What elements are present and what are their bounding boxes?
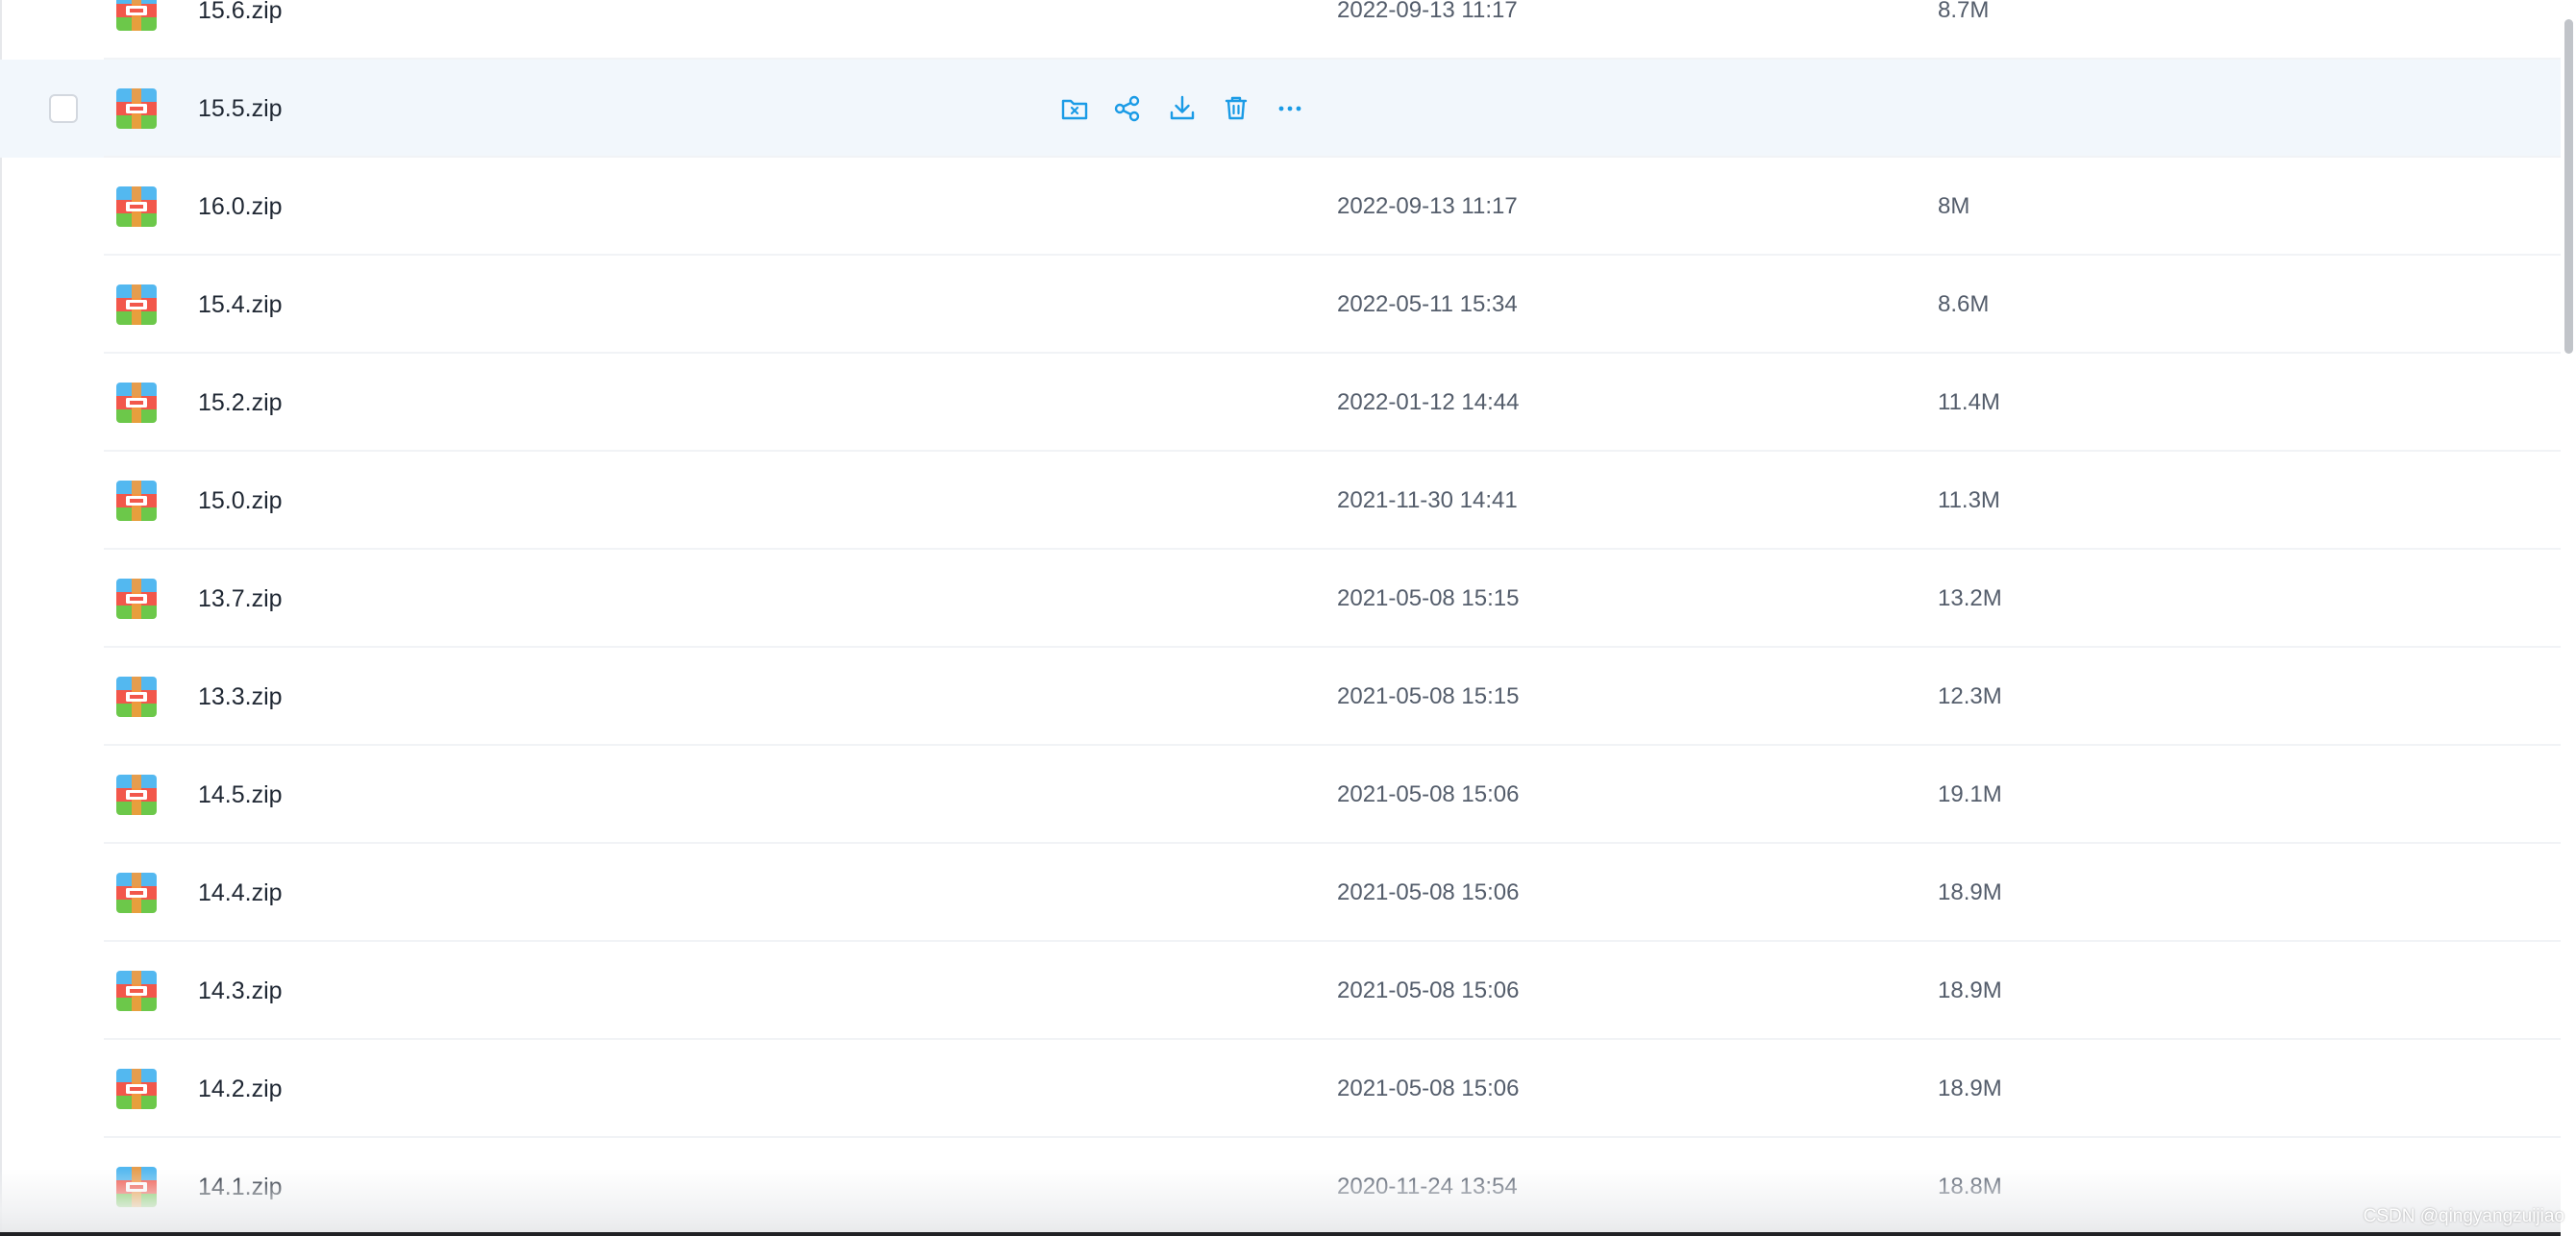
file-date: 2022-05-11 15:34 [1337,291,1518,317]
file-size: 8.7M [1938,0,1990,23]
file-row[interactable]: 15.2.zip 2022-01-12 14:44 11.4M [0,354,2561,452]
file-name[interactable]: 14.2.zip [198,1073,283,1105]
file-date: 2021-05-08 15:15 [1337,683,1520,709]
file-row[interactable]: 14.3.zip 2021-05-08 15:06 18.9M [0,942,2561,1040]
scrollbar-thumb[interactable] [2564,19,2573,354]
file-row[interactable]: 14.2.zip 2021-05-08 15:06 18.9M [0,1040,2561,1138]
file-row[interactable]: 15.4.zip 2022-05-11 15:34 8.6M [0,256,2561,354]
file-size: 11.4M [1938,389,2000,415]
move-to-folder-icon [1061,99,1088,120]
file-list: 15.6.zip 2022-09-13 11:17 8.7M 15.5.zip [0,0,2561,1236]
file-name[interactable]: 13.7.zip [198,582,283,615]
file-name[interactable]: 14.3.zip [198,975,283,1007]
file-name[interactable]: 15.2.zip [198,386,283,419]
zip-archive-icon [116,579,157,619]
file-name[interactable]: 15.4.zip [198,288,283,321]
file-date: 2022-09-13 11:17 [1337,193,1518,219]
file-size: 18.9M [1938,1075,2002,1101]
file-date: 2020-11-24 13:54 [1337,1174,1518,1199]
scrollbar-track[interactable] [2561,0,2576,1236]
download-icon [1170,95,1195,120]
zip-archive-icon [116,0,157,31]
download-button[interactable] [1165,91,1200,126]
file-size: 11.3M [1938,487,2000,513]
file-date: 2021-05-08 15:06 [1337,977,1520,1003]
more-button[interactable] [1273,91,1307,126]
delete-icon [1225,96,1248,120]
file-name[interactable]: 14.1.zip [198,1171,283,1203]
more-icon [1278,106,1301,111]
file-size: 13.2M [1938,585,2002,611]
file-name[interactable]: 13.3.zip [198,680,283,713]
file-size: 18.9M [1938,879,2002,905]
file-row[interactable]: 15.0.zip 2021-11-30 14:41 11.3M [0,452,2561,550]
file-row[interactable]: 15.5.zip [0,60,2561,158]
move-to-folder-button[interactable] [1057,91,1092,126]
file-size: 18.9M [1938,977,2002,1003]
delete-button[interactable] [1219,91,1253,126]
file-name[interactable]: 15.6.zip [198,0,283,27]
file-date: 2021-11-30 14:41 [1337,487,1518,513]
share-icon [1114,95,1140,122]
file-size: 8M [1938,193,1970,219]
file-name[interactable]: 14.5.zip [198,779,283,811]
file-size: 19.1M [1938,781,2002,807]
zip-archive-icon [116,383,157,423]
file-date: 2021-05-08 15:06 [1337,879,1520,905]
file-name[interactable]: 16.0.zip [198,190,283,223]
file-row[interactable]: 14.4.zip 2021-05-08 15:06 18.9M [0,844,2561,942]
file-row[interactable]: 13.7.zip 2021-05-08 15:15 13.2M [0,550,2561,648]
file-row[interactable]: 14.1.zip 2020-11-24 13:54 18.8M [0,1138,2561,1236]
zip-archive-icon [116,186,157,227]
bottom-edge [0,1232,2576,1236]
file-date: 2021-05-08 15:06 [1337,1075,1520,1101]
file-date: 2022-09-13 11:17 [1337,0,1518,23]
zip-archive-icon [116,481,157,521]
file-row[interactable]: 15.6.zip 2022-09-13 11:17 8.7M [0,0,2561,60]
zip-archive-icon [116,971,157,1011]
file-size: 12.3M [1938,683,2002,709]
zip-archive-icon [116,284,157,325]
file-list-viewport: 15.6.zip 2022-09-13 11:17 8.7M 15.5.zip [0,0,2576,1236]
zip-archive-icon [116,677,157,717]
zip-archive-icon [116,873,157,913]
file-name[interactable]: 14.4.zip [198,877,283,909]
file-name[interactable]: 15.0.zip [198,484,283,517]
zip-archive-icon [116,1069,157,1109]
watermark: CSDN @qingyangzuijiao [2363,1206,2564,1226]
zip-archive-icon [116,1167,157,1207]
file-size: 18.8M [1938,1174,2002,1199]
file-row[interactable]: 14.5.zip 2021-05-08 15:06 19.1M [0,746,2561,844]
file-date: 2022-01-12 14:44 [1337,389,1520,415]
file-date: 2021-05-08 15:06 [1337,781,1520,807]
zip-archive-icon [116,775,157,815]
file-name[interactable]: 15.5.zip [198,92,283,125]
row-checkbox[interactable] [49,94,78,123]
file-row[interactable]: 13.3.zip 2021-05-08 15:15 12.3M [0,648,2561,746]
file-size: 8.6M [1938,291,1990,317]
file-date: 2021-05-08 15:15 [1337,585,1520,611]
zip-archive-icon [116,88,157,129]
share-button[interactable] [1110,91,1145,126]
file-row[interactable]: 16.0.zip 2022-09-13 11:17 8M [0,158,2561,256]
